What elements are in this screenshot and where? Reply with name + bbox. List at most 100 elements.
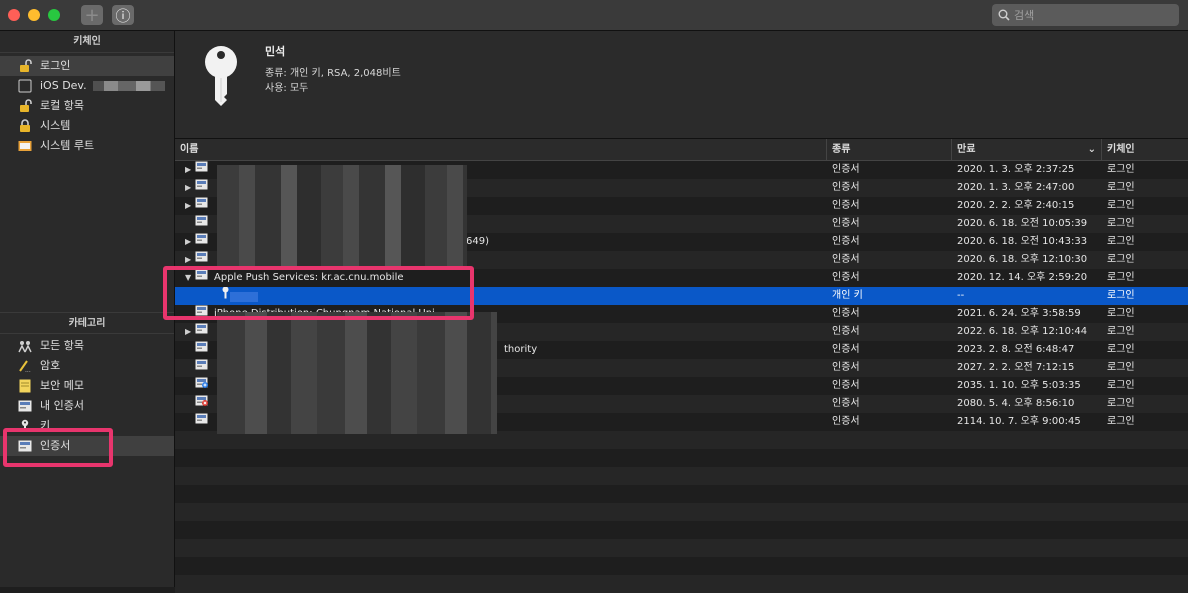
info-button[interactable]: ⓘ (112, 5, 134, 25)
cell-expires: 2020. 6. 18. 오전 10:05:39 (957, 218, 1088, 229)
certificate-icon (195, 179, 214, 197)
minimize-window-button[interactable] (28, 9, 40, 21)
cell-expires: 2020. 6. 18. 오후 12:10:30 (957, 254, 1088, 265)
cell-keychain: 로그인 (1107, 164, 1135, 175)
cell-kind: 인증서 (832, 362, 860, 373)
cell-keychain: 로그인 (1107, 416, 1135, 427)
cell-kind: 인증서 (832, 344, 860, 355)
cell-keychain: 로그인 (1107, 308, 1135, 319)
redacted-region (217, 312, 497, 434)
cell-keychain: 로그인 (1107, 290, 1135, 301)
cell-expires: 2020. 1. 3. 오후 2:37:25 (957, 164, 1075, 175)
cell-expires: 2020. 6. 18. 오전 10:43:33 (957, 236, 1088, 247)
sidebar-item-label: 시스템 (40, 119, 71, 132)
empty-row (175, 557, 1188, 575)
search-field[interactable] (992, 4, 1179, 26)
certificate-icon (195, 233, 214, 251)
disclosure-closed-icon[interactable]: ▶ (185, 323, 195, 341)
cell-kind: 인증서 (832, 416, 860, 427)
cell-expires: 2023. 2. 8. 오전 6:48:47 (957, 344, 1075, 355)
cell-kind: 인증서 (832, 164, 860, 175)
sidebar-item-label: 내 인증서 (40, 399, 84, 412)
cell-keychain: 로그인 (1107, 236, 1135, 247)
sidebar-item-ios-dev[interactable]: iOS Dev. (0, 76, 174, 96)
sidebar-item-label: 로그인 (40, 59, 71, 72)
cell-kind: 인증서 (832, 236, 860, 247)
empty-row (175, 449, 1188, 467)
redacted-region (217, 165, 467, 270)
folder-icon (18, 139, 32, 153)
window-toolbar: + ⓘ (0, 0, 1188, 31)
cell-kind: 인증서 (832, 398, 860, 409)
certificate-icon (195, 197, 214, 215)
sidebar-item-system[interactable]: 시스템 (0, 116, 174, 136)
categories-header: 카테고리 (0, 312, 174, 334)
sidebar-item-label: 모든 항목 (40, 339, 84, 352)
search-input[interactable] (1014, 8, 1164, 22)
column-header-label: 만료 (957, 144, 976, 155)
close-window-button[interactable] (8, 9, 20, 21)
disclosure-closed-icon[interactable]: ▶ (185, 197, 195, 215)
certificate-icon (195, 359, 214, 377)
keychains-header: 키체인 (0, 31, 174, 53)
key-icon (205, 46, 237, 106)
item-name: 민석 (265, 45, 286, 58)
cell-kind: 인증서 (832, 200, 860, 211)
empty-row (175, 485, 1188, 503)
cell-keychain: 로그인 (1107, 398, 1135, 409)
sidebar-item-label: 암호 (40, 359, 61, 372)
sidebar: 키체인 로그인 iOS Dev. 로컬 항목 시스템 시스템 루트 카테고리 모… (0, 31, 175, 587)
column-header-keychain[interactable]: 키체인 (1102, 139, 1188, 161)
disclosure-closed-icon[interactable]: ▶ (185, 161, 195, 179)
sidebar-item-passwords[interactable]: ... 암호 (0, 356, 174, 376)
cell-kind: 인증서 (832, 308, 860, 319)
sidebar-item-login[interactable]: 로그인 (0, 56, 174, 76)
sidebar-item-label: 보안 메모 (40, 379, 84, 392)
highlight-box (3, 428, 113, 467)
sidebar-item-secure-notes[interactable]: 보안 메모 (0, 376, 174, 396)
cell-kind: 개인 키 (832, 290, 863, 301)
cell-kind: 인증서 (832, 182, 860, 193)
item-usage: 사용: 모두 (265, 83, 309, 94)
cell-expires: 2035. 1. 10. 오후 5:03:35 (957, 380, 1081, 391)
cell-expires: 2022. 6. 18. 오후 12:10:44 (957, 326, 1088, 337)
certificate-icon (195, 413, 214, 431)
cell-keychain: 로그인 (1107, 362, 1135, 373)
cell-keychain: 로그인 (1107, 182, 1135, 193)
cell-keychain: 로그인 (1107, 200, 1135, 211)
column-header-name[interactable]: 이름 (175, 139, 827, 161)
empty-row (175, 575, 1188, 593)
cell-kind: 인증서 (832, 218, 860, 229)
cell-kind: 인증서 (832, 326, 860, 337)
cell-expires: 2027. 2. 2. 오전 7:12:15 (957, 362, 1075, 373)
sidebar-item-label: 시스템 루트 (40, 139, 95, 152)
add-item-button[interactable]: + (81, 5, 103, 26)
certificate-icon (18, 399, 32, 413)
cell-kind: 인증서 (832, 254, 860, 265)
certificate-invalid-icon (195, 395, 214, 413)
sidebar-item-label: 로컬 항목 (40, 99, 84, 112)
cell-expires: 2080. 5. 4. 오후 8:56:10 (957, 398, 1075, 409)
column-header-expires[interactable]: 만료 ⌄ (952, 139, 1102, 161)
dotted-box-icon (18, 79, 32, 93)
note-icon (18, 379, 32, 393)
disclosure-closed-icon[interactable]: ▶ (185, 179, 195, 197)
certificate-icon (195, 161, 214, 179)
disclosure-closed-icon[interactable]: ▶ (185, 233, 195, 251)
cell-keychain: 로그인 (1107, 254, 1135, 265)
sidebar-item-system-roots[interactable]: 시스템 루트 (0, 136, 174, 156)
search-icon (998, 9, 1010, 21)
sidebar-item-all-items[interactable]: 모든 항목 (0, 336, 174, 356)
column-header-kind[interactable]: 종류 (827, 139, 952, 161)
cell-keychain: 로그인 (1107, 272, 1135, 283)
cell-name-text: 649) (466, 236, 489, 247)
cell-keychain: 로그인 (1107, 326, 1135, 337)
sidebar-item-my-certificates[interactable]: 내 인증서 (0, 396, 174, 416)
sidebar-item-label: iOS Dev. (40, 79, 87, 92)
open-lock-icon (18, 59, 32, 73)
zoom-window-button[interactable] (48, 9, 60, 21)
cell-keychain: 로그인 (1107, 380, 1135, 391)
lock-icon (18, 119, 32, 133)
sidebar-item-local-items[interactable]: 로컬 항목 (0, 96, 174, 116)
certificate-icon (195, 215, 214, 233)
